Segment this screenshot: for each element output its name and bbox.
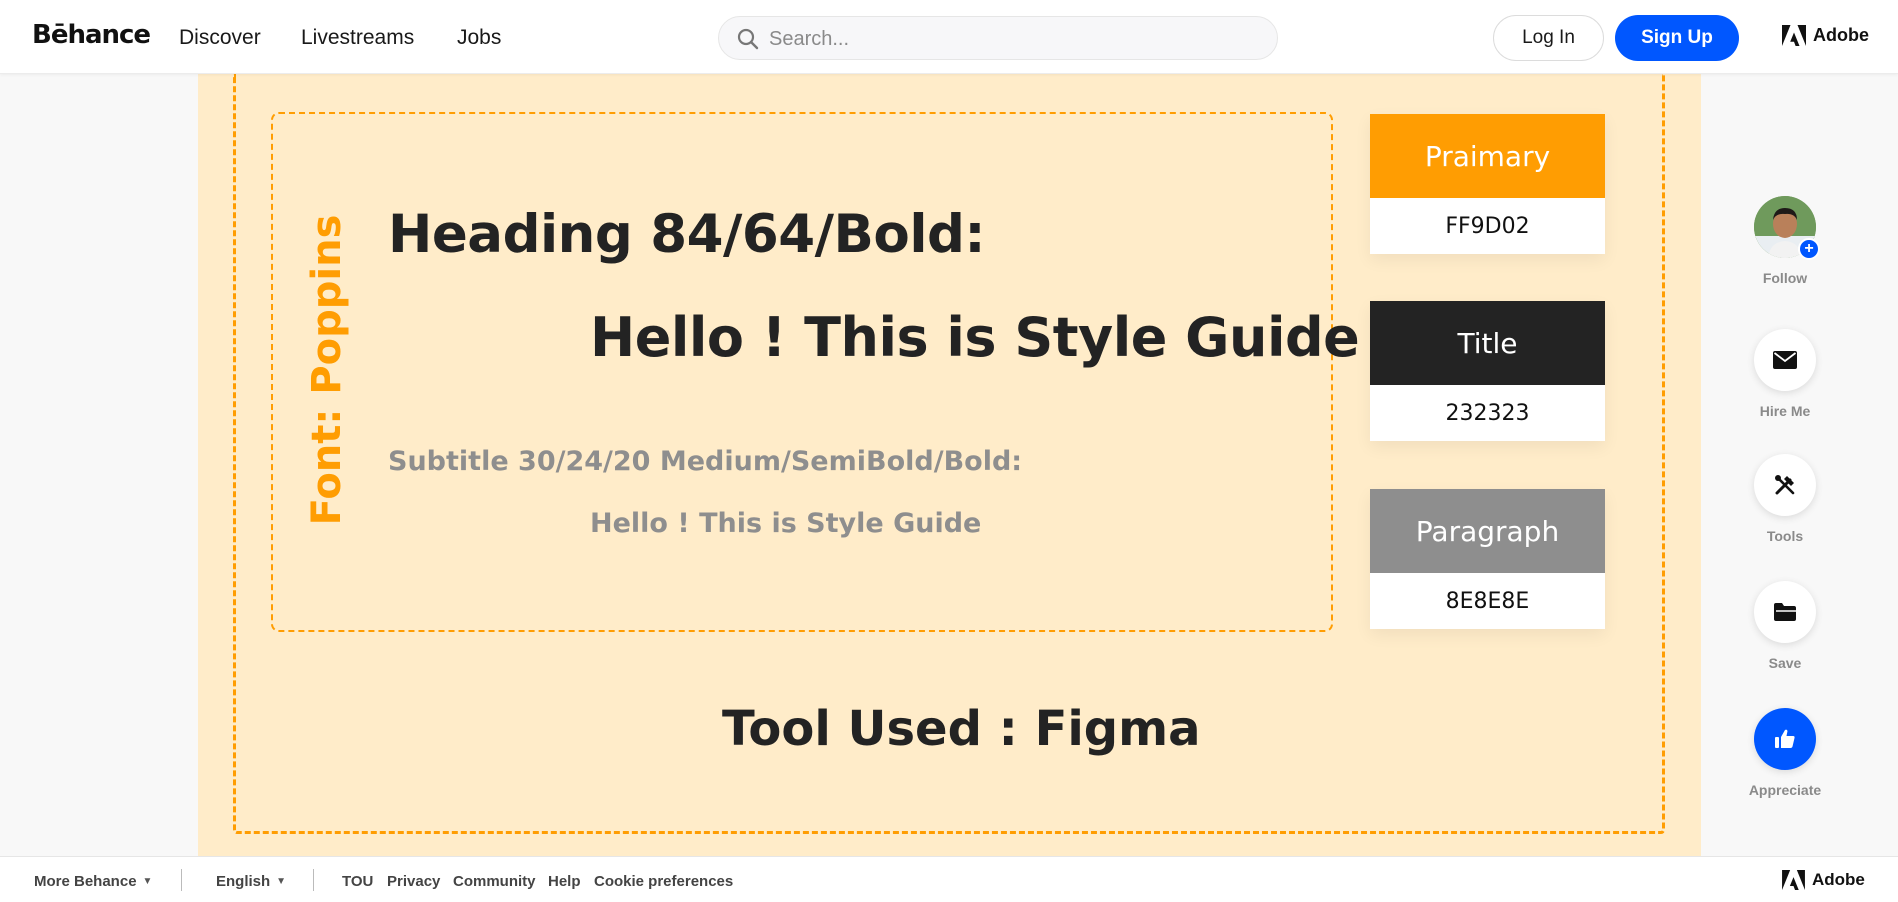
color-swatch-title: Title 232323	[1370, 301, 1605, 441]
swatch-hex: 8E8E8E	[1370, 573, 1605, 629]
tool-used-text: Tool Used : Figma	[722, 701, 1201, 757]
save-action[interactable]: Save	[1735, 581, 1835, 671]
swatch-name: Paragraph	[1370, 489, 1605, 573]
footer-link-privacy[interactable]: Privacy	[387, 873, 440, 890]
search-icon	[737, 28, 759, 50]
signup-button[interactable]: Sign Up	[1615, 15, 1739, 61]
adobe-label: Adobe	[1813, 25, 1869, 45]
footer-divider	[313, 869, 314, 891]
follow-action[interactable]: + Follow	[1735, 196, 1835, 286]
appreciate-action[interactable]: Appreciate	[1735, 708, 1835, 798]
save-label: Save	[1768, 655, 1802, 671]
tools-button[interactable]	[1754, 454, 1816, 516]
tools-action[interactable]: Tools	[1735, 454, 1835, 544]
swatch-name: Praimary	[1370, 114, 1605, 198]
adobe-link[interactable]: Adobe	[1782, 25, 1869, 46]
typography-panel	[271, 112, 1333, 632]
swatch-name: Title	[1370, 301, 1605, 385]
footer-link-cookie-preferences[interactable]: Cookie preferences	[594, 873, 733, 890]
hire-me-label: Hire Me	[1759, 403, 1811, 419]
footer-link-tou[interactable]: TOU	[342, 873, 373, 890]
hire-me-action[interactable]: Hire Me	[1735, 329, 1835, 419]
folder-icon	[1774, 603, 1796, 621]
search-bar[interactable]	[718, 16, 1278, 60]
nav-discover[interactable]: Discover	[179, 26, 261, 50]
color-swatch-primary: Praimary FF9D02	[1370, 114, 1605, 254]
footer-link-community[interactable]: Community	[453, 873, 536, 890]
mail-icon	[1773, 351, 1797, 369]
font-family-label: Font: Poppins	[297, 210, 357, 530]
save-button[interactable]	[1754, 581, 1816, 643]
footer: More Behance ▼ English ▼ TOU Privacy Commu…	[0, 856, 1898, 902]
adobe-label: Adobe	[1812, 870, 1865, 889]
top-header: Bēhance Discover Livestreams Jobs Log In…	[0, 0, 1898, 74]
adobe-logo-icon	[1782, 870, 1805, 890]
heading-sample: Hello ! This is Style Guide	[590, 306, 1360, 369]
follow-label: Follow	[1762, 270, 1808, 286]
login-button[interactable]: Log In	[1493, 15, 1604, 61]
caret-down-icon: ▼	[276, 876, 287, 887]
tools-icon	[1775, 475, 1795, 495]
nav-livestreams[interactable]: Livestreams	[301, 26, 414, 50]
tools-label: Tools	[1766, 528, 1804, 544]
subtitle-spec: Subtitle 30/24/20 Medium/SemiBold/Bold:	[388, 446, 1023, 477]
follow-plus-icon[interactable]: +	[1798, 238, 1820, 260]
language-label: English	[216, 873, 271, 890]
caret-down-icon: ▼	[142, 876, 153, 887]
more-behance-dropdown[interactable]: More Behance ▼	[34, 873, 152, 890]
thumbs-up-icon	[1775, 729, 1795, 748]
footer-divider	[181, 869, 182, 891]
behance-logo[interactable]: Bēhance	[32, 20, 151, 50]
swatch-hex: 232323	[1370, 385, 1605, 441]
language-dropdown[interactable]: English ▼	[216, 873, 286, 890]
adobe-logo-icon	[1782, 25, 1806, 46]
footer-link-help[interactable]: Help	[548, 873, 581, 890]
more-behance-label: More Behance	[34, 873, 137, 890]
appreciate-button[interactable]	[1754, 708, 1816, 770]
font-family-text: Font: Poppins	[304, 214, 350, 526]
swatch-hex: FF9D02	[1370, 198, 1605, 254]
color-swatch-paragraph: Paragraph 8E8E8E	[1370, 489, 1605, 629]
nav-jobs[interactable]: Jobs	[457, 26, 501, 50]
search-input[interactable]	[769, 25, 1249, 53]
appreciate-label: Appreciate	[1748, 782, 1822, 798]
hire-me-button[interactable]	[1754, 329, 1816, 391]
avatar[interactable]: +	[1754, 196, 1820, 260]
adobe-footer-link[interactable]: Adobe	[1782, 870, 1865, 890]
subtitle-sample: Hello ! This is Style Guide	[590, 508, 982, 539]
heading-spec: Heading 84/64/Bold:	[388, 204, 986, 265]
